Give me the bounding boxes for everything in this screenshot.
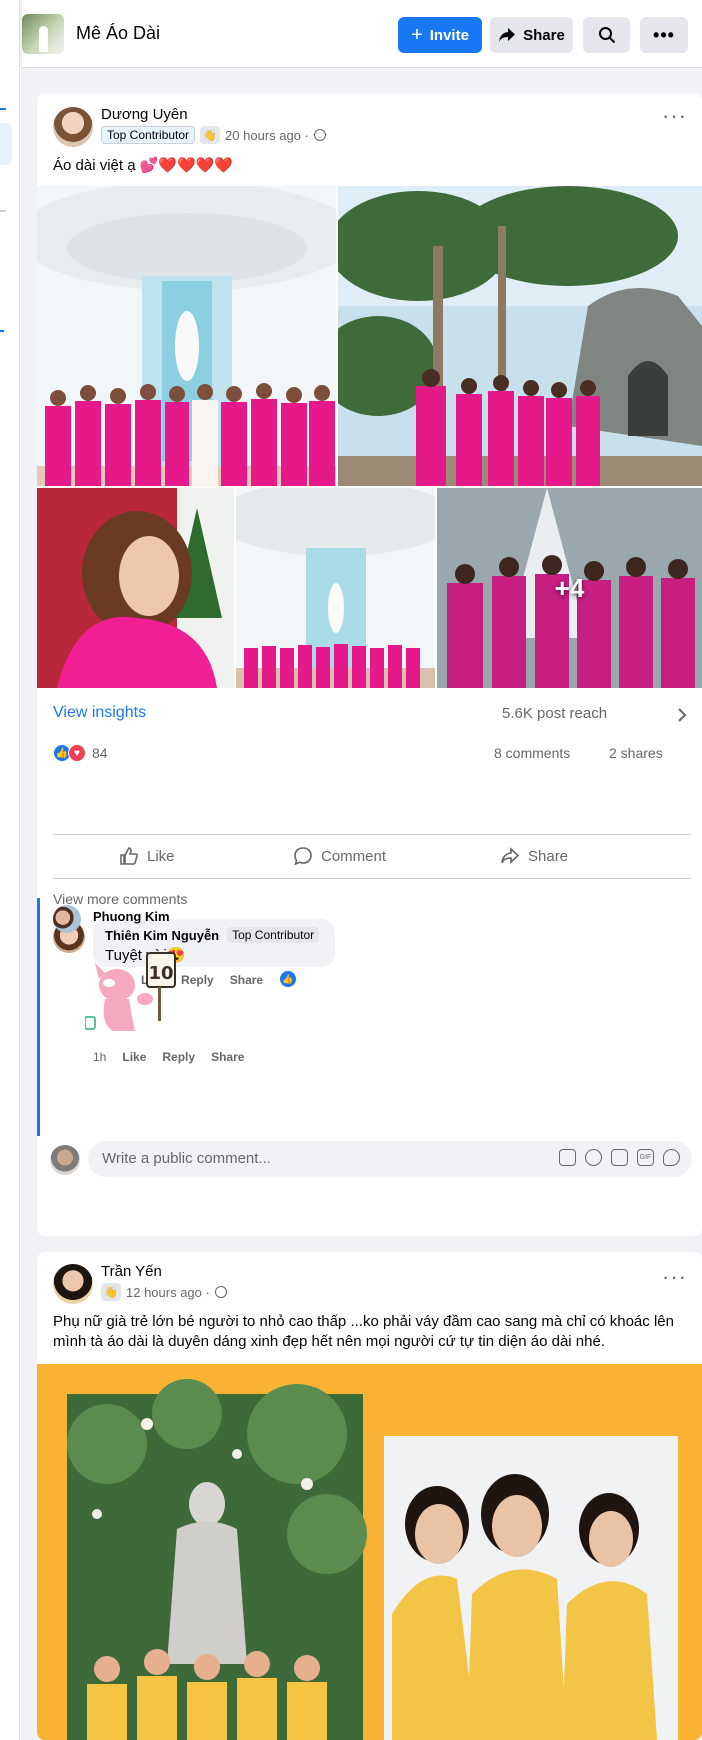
comment-like-button[interactable]: Like — [122, 1050, 146, 1064]
search-button[interactable] — [583, 17, 630, 53]
post-time[interactable]: 20 hours ago · — [225, 128, 309, 143]
composer-tools: GIF — [559, 1149, 680, 1166]
shares-count[interactable]: 2 shares — [609, 745, 663, 761]
nav-indicator — [0, 330, 4, 332]
comment-share-button[interactable]: Share — [211, 1050, 244, 1064]
divider — [53, 834, 691, 835]
left-nav-rail — [0, 0, 20, 1740]
post-menu-icon[interactable]: ··· — [662, 105, 687, 127]
post-photo[interactable] — [236, 488, 435, 688]
reactions-summary[interactable]: 👍 ♥ 84 — [53, 744, 108, 762]
author-name[interactable]: Trần Yến — [101, 1263, 162, 1280]
post-meta: 👋 12 hours ago · — [101, 1283, 227, 1301]
emoji-icon[interactable] — [585, 1149, 602, 1166]
comment-input[interactable]: Write a public comment... GIF — [88, 1141, 692, 1177]
post-text: Phụ nữ già trẻ lớn bé người to nhỏ cao t… — [53, 1313, 674, 1350]
post-card: Trần Yến 👋 12 hours ago · ··· Phụ nữ già… — [37, 1252, 702, 1740]
sticker-icon[interactable] — [663, 1149, 680, 1166]
avatar-sticker-icon[interactable] — [559, 1149, 576, 1166]
author-avatar[interactable] — [53, 107, 93, 147]
comment-reply-button[interactable]: Reply — [162, 1050, 195, 1064]
reaction-count: 84 — [92, 745, 108, 761]
nav-indicator — [0, 108, 6, 110]
post-card: Dương Uyên Top Contributor 👋 20 hours ag… — [37, 93, 702, 1236]
post-text: Áo dài việt ạ 💕❤️❤️❤️❤️ — [53, 157, 234, 174]
post-time[interactable]: 12 hours ago · — [126, 1285, 210, 1300]
invite-button[interactable]: + Invite — [398, 17, 482, 53]
commenter-name[interactable]: Phuong Kim — [93, 909, 170, 924]
camera-icon[interactable] — [611, 1149, 628, 1166]
comment-bubble-icon — [294, 847, 312, 866]
current-user-avatar[interactable] — [50, 1145, 80, 1175]
post-reach[interactable]: 5.6K post reach — [502, 705, 607, 722]
post-menu-icon[interactable]: ··· — [662, 1266, 687, 1288]
comment-placeholder: Write a public comment... — [102, 1150, 271, 1167]
like-button[interactable]: Like — [119, 841, 175, 871]
gif-icon[interactable]: GIF — [637, 1149, 654, 1166]
post-photo[interactable]: +4 — [437, 488, 702, 688]
top-contributor-badge[interactable]: Top Contributor — [227, 927, 320, 943]
view-insights-link[interactable]: View insights — [53, 704, 146, 722]
thread-indicator — [37, 898, 40, 1136]
share-group-button[interactable]: Share — [490, 17, 573, 53]
plus-icon: + — [411, 24, 423, 46]
view-more-comments-link[interactable]: View more comments — [53, 891, 187, 907]
more-photos-overlay[interactable]: +4 — [437, 488, 702, 688]
share-arrow-icon — [499, 28, 516, 42]
post-photo[interactable] — [37, 1364, 702, 1740]
comment-actions: 1h Like Reply Share — [93, 1050, 244, 1064]
group-avatar[interactable] — [22, 14, 64, 54]
search-icon — [598, 27, 615, 44]
post-photo[interactable] — [37, 488, 234, 688]
nav-selected-item[interactable] — [0, 123, 12, 165]
comment-button[interactable]: Comment — [293, 841, 386, 871]
author-avatar[interactable] — [53, 1264, 93, 1304]
group-title[interactable]: Mê Áo Dài — [76, 23, 160, 44]
share-button[interactable]: Share — [500, 841, 568, 871]
waving-hand-icon: 👋 — [101, 1283, 121, 1301]
more-options-button[interactable]: ••• — [640, 17, 688, 53]
waving-hand-icon: 👋 — [200, 126, 221, 144]
sticker-image[interactable]: 10 — [84, 933, 177, 1033]
author-name[interactable]: Dương Uyên — [101, 106, 188, 123]
share-arrow-icon — [501, 847, 520, 864]
comments-count[interactable]: 8 comments — [494, 745, 570, 761]
ellipsis-icon: ••• — [653, 24, 675, 45]
comment-reply-button[interactable]: Reply — [181, 973, 214, 987]
commenter-avatar[interactable] — [53, 905, 81, 933]
post-photo[interactable] — [37, 186, 336, 486]
post-photo[interactable] — [338, 186, 702, 486]
sticker-score-text: 10 — [148, 963, 173, 984]
comment-share-button[interactable]: Share — [230, 973, 263, 987]
comment-time[interactable]: 1h — [93, 1050, 106, 1064]
thumbs-up-icon — [120, 847, 138, 865]
comment-like-reaction-icon: 👍 — [280, 971, 296, 987]
globe-icon — [214, 1286, 227, 1298]
nav-indicator — [0, 210, 6, 212]
globe-icon — [313, 129, 326, 141]
chevron-right-icon[interactable] — [677, 707, 687, 723]
top-contributor-badge[interactable]: Top Contributor — [101, 126, 196, 144]
love-reaction-icon: ♥ — [68, 744, 86, 762]
post-meta: Top Contributor 👋 20 hours ago · — [101, 126, 326, 144]
divider — [53, 878, 691, 879]
